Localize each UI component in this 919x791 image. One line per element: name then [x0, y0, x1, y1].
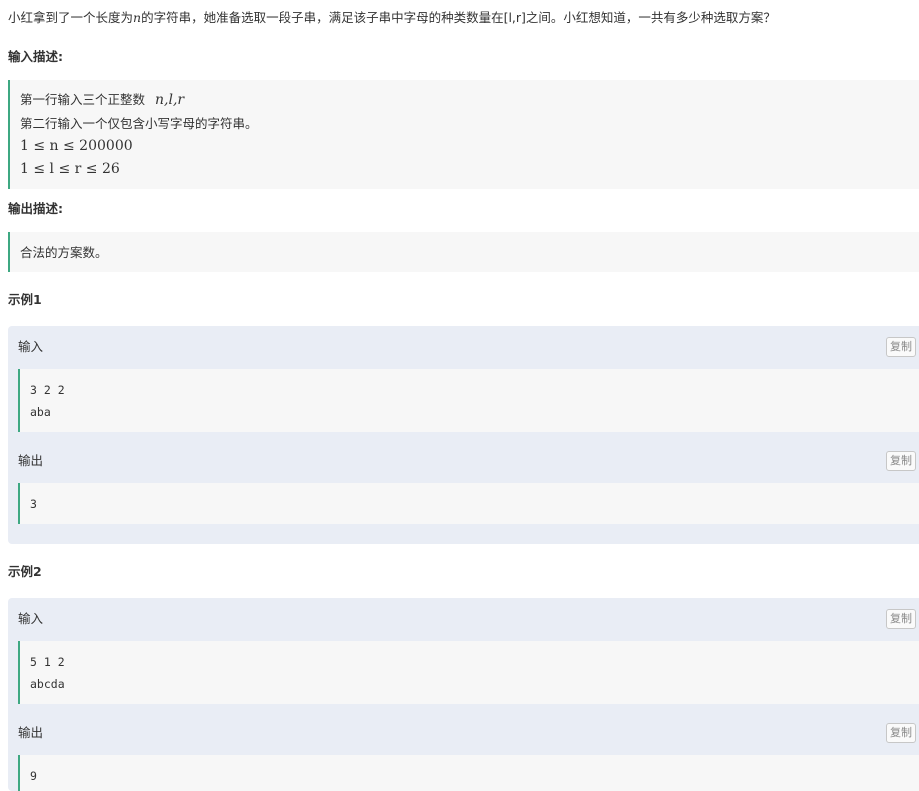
problem-desc-after: 的字符串，她准备选取一段子串，满足该子串中字母的种类数量在[l,r]之间。小红想… — [141, 10, 776, 25]
sample-2-input-code: 5 1 2 abcda — [18, 641, 919, 704]
input-constraint-1: 1 ≤ n ≤ 200000 — [20, 138, 133, 154]
input-description-box: 第一行输入三个正整数 n,l,r 第二行输入一个仅包含小写字母的字符串。 1 ≤… — [8, 80, 919, 189]
sample-2-title: 示例2 — [8, 564, 42, 579]
input-constraint-2: 1 ≤ l ≤ r ≤ 26 — [20, 161, 120, 177]
input-line1-math: n,l,r — [155, 92, 185, 108]
sample-1-output-copy-button[interactable]: 复制 — [886, 451, 916, 471]
sample-1-panel: 输入 复制 3 2 2 aba 输出 复制 3 — [8, 326, 919, 544]
sample-1-input-label: 输入 — [18, 339, 44, 354]
sample-1-title: 示例1 — [8, 292, 42, 307]
problem-description: 小红拿到了一个长度为n的字符串，她准备选取一段子串，满足该子串中字母的种类数量在… — [8, 10, 776, 26]
sample-1-input-code: 3 2 2 aba — [18, 369, 919, 432]
sample-2-input-line-1: 5 1 2 — [30, 655, 65, 669]
sample-1-input-line-2: aba — [30, 405, 51, 419]
sample-1-output-label: 输出 — [18, 453, 44, 468]
input-description-line-2: 第二行输入一个仅包含小写字母的字符串。 — [20, 116, 258, 131]
problem-desc-var: n — [133, 10, 142, 25]
sample-1-output-code: 3 — [18, 483, 919, 524]
sample-2-panel: 输入 复制 5 1 2 abcda 输出 复制 9 — [8, 598, 919, 791]
sample-1-input-copy-button[interactable]: 复制 — [886, 337, 916, 357]
output-description-title: 输出描述: — [8, 201, 63, 216]
sample-1-input-line-1: 3 2 2 — [30, 383, 65, 397]
sample-2-output-line-1: 9 — [30, 769, 37, 783]
problem-desc-before: 小红拿到了一个长度为 — [8, 10, 134, 25]
sample-2-output-label: 输出 — [18, 725, 44, 740]
sample-2-output-copy-button[interactable]: 复制 — [886, 723, 916, 743]
output-description-line-1: 合法的方案数。 — [20, 245, 108, 260]
input-description-title: 输入描述: — [8, 49, 63, 64]
sample-2-input-line-2: abcda — [30, 677, 65, 691]
output-description-box: 合法的方案数。 — [8, 232, 919, 272]
input-description-line-1: 第一行输入三个正整数 n,l,r — [20, 88, 919, 112]
sample-2-output-code: 9 — [18, 755, 919, 791]
input-line1-text: 第一行输入三个正整数 — [20, 92, 146, 107]
sample-1-output-line-1: 3 — [30, 497, 37, 511]
sample-2-input-copy-button[interactable]: 复制 — [886, 609, 916, 629]
sample-2-input-label: 输入 — [18, 611, 44, 626]
